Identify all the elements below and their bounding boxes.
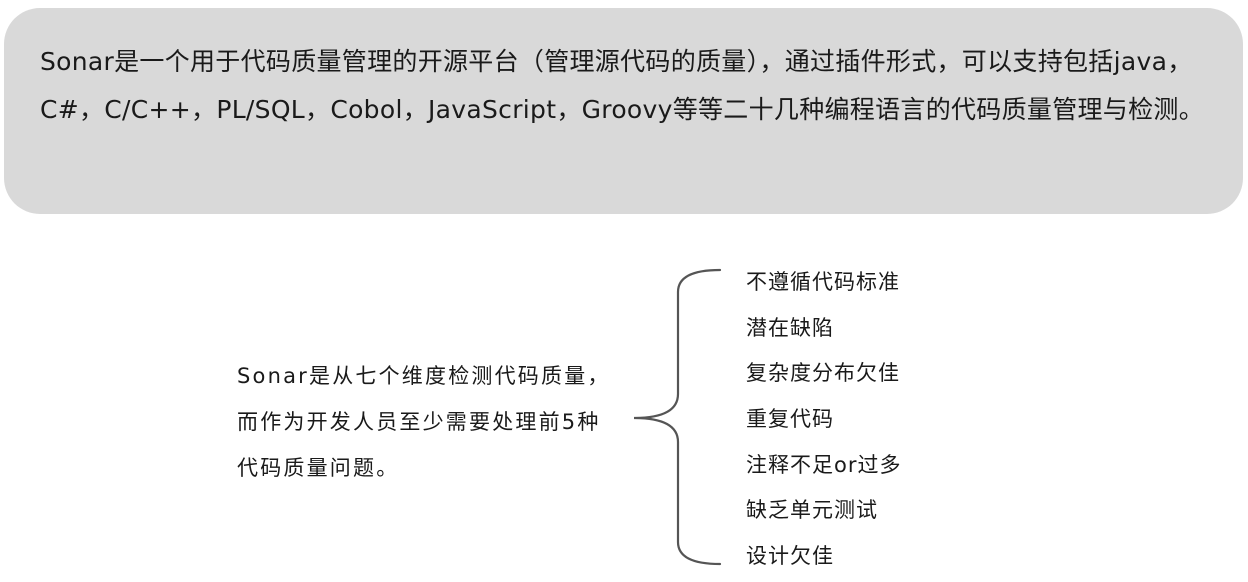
description-text: Sonar是从七个维度检测代码质量，而作为开发人员至少需要处理前5种代码质量问题…	[237, 364, 611, 480]
dimension-item: 潜在缺陷	[746, 315, 834, 340]
dimension-item: 复杂度分布欠佳	[746, 361, 900, 386]
brace-path	[633, 268, 722, 566]
dimension-item: 注释不足or过多	[746, 452, 902, 477]
dimension-list: 不遵循代码标准 潜在缺陷 复杂度分布欠佳 重复代码 注释不足or过多 缺乏单元测…	[746, 262, 901, 582]
dimension-item: 重复代码	[746, 407, 834, 432]
intro-panel: Sonar是一个用于代码质量管理的开源平台（管理源代码的质量），通过插件形式，可…	[4, 8, 1243, 214]
dimension-item: 不遵循代码标准	[746, 270, 900, 294]
dimension-item: 缺乏单元测试	[746, 498, 878, 523]
intro-text: Sonar是一个用于代码质量管理的开源平台（管理源代码的质量），通过插件形式，可…	[40, 47, 1204, 124]
dimension-item: 设计欠佳	[746, 544, 834, 569]
curly-brace-icon	[633, 268, 722, 566]
